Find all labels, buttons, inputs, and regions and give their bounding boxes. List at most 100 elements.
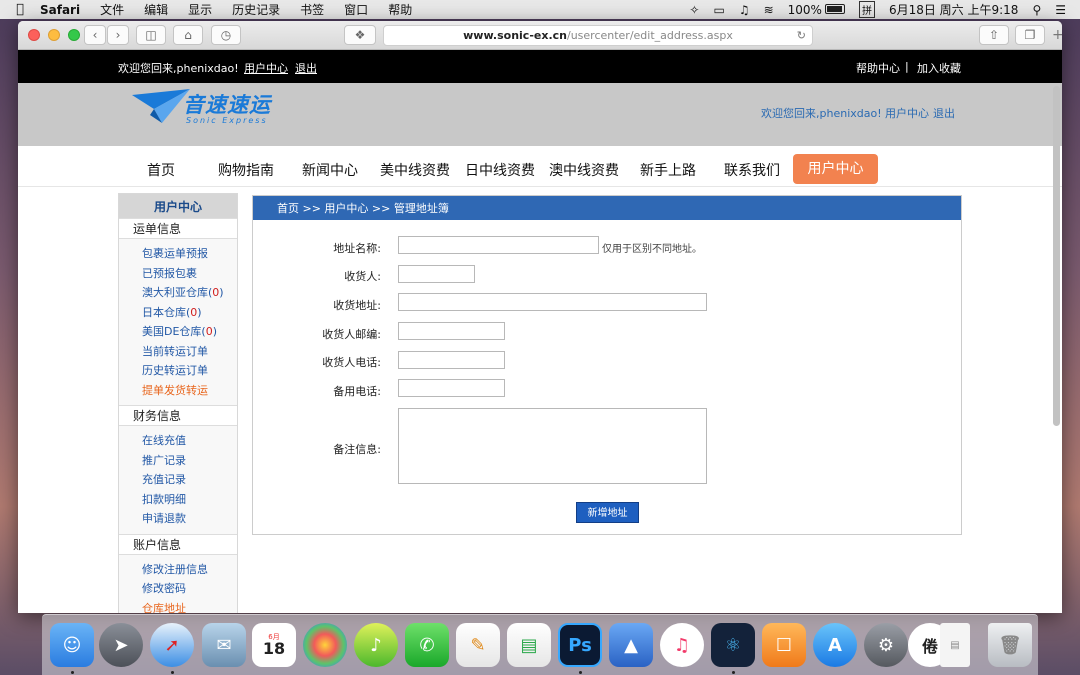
- input-method-icon[interactable]: 拼: [858, 1, 875, 18]
- nav-beginners[interactable]: 新手上路: [640, 160, 696, 180]
- menu-app-name[interactable]: Safari: [40, 3, 80, 17]
- app-store-icon[interactable]: A: [813, 623, 857, 667]
- photoshop-icon[interactable]: Ps: [558, 623, 602, 667]
- tabs-overview-button[interactable]: ❐: [1015, 25, 1045, 45]
- new-tab-button[interactable]: +: [1052, 27, 1062, 43]
- menu-view[interactable]: 显示: [188, 1, 212, 18]
- facetime-icon[interactable]: ✆: [405, 623, 449, 667]
- battery-status[interactable]: 100%: [788, 3, 845, 17]
- volume-icon[interactable]: ♫: [739, 3, 750, 17]
- sidebar-item-deductions[interactable]: 扣款明细: [119, 490, 237, 510]
- sidebar-item-history-orders[interactable]: 历史转运订单: [119, 361, 237, 381]
- phone-input[interactable]: [398, 351, 505, 369]
- system-preferences-icon[interactable]: ⚙: [864, 623, 908, 667]
- nav-home[interactable]: 首页: [147, 160, 175, 180]
- address-name-input[interactable]: [398, 236, 599, 254]
- sidebar-item-warehouse-address[interactable]: 仓库地址: [119, 599, 237, 614]
- address-name-hint: 仅用于区别不同地址。: [602, 244, 702, 255]
- top-logout-link[interactable]: 退出: [295, 60, 317, 76]
- add-favorite-link[interactable]: 加入收藏: [917, 60, 961, 76]
- calendar-icon[interactable]: 6月 18: [252, 623, 296, 667]
- nav-japan-china-rates[interactable]: 日中线资费: [465, 160, 535, 180]
- sidebar-item-promotion-records[interactable]: 推广记录: [119, 451, 237, 471]
- menu-window[interactable]: 窗口: [344, 1, 368, 18]
- maximize-window-button[interactable]: [68, 29, 80, 41]
- menu-history[interactable]: 历史记录: [232, 1, 280, 18]
- launchpad-icon[interactable]: ➤: [99, 623, 143, 667]
- sidebar-section-finance: 财务信息: [119, 405, 237, 426]
- menu-help[interactable]: 帮助: [388, 1, 412, 18]
- reload-icon[interactable]: ↻: [797, 26, 806, 45]
- numbers-icon[interactable]: ▤: [507, 623, 551, 667]
- nav-us-china-rates[interactable]: 美中线资费: [380, 160, 450, 180]
- home-button[interactable]: ⌂: [173, 25, 203, 45]
- menu-bookmarks[interactable]: 书签: [300, 1, 324, 18]
- mail-icon[interactable]: ✉: [202, 623, 246, 667]
- nav-user-center[interactable]: 用户中心: [793, 154, 878, 184]
- bluetooth-icon[interactable]: ✧: [689, 3, 699, 17]
- page-scrollbar[interactable]: [1053, 86, 1060, 426]
- note-label: 备注信息:: [333, 443, 381, 456]
- address-bar[interactable]: www.sonic-ex.cn/usercenter/edit_address.…: [383, 25, 813, 46]
- sidebar-item-edit-profile[interactable]: 修改注册信息: [119, 560, 237, 580]
- receiver-input[interactable]: [398, 265, 475, 283]
- menu-file[interactable]: 文件: [100, 1, 124, 18]
- atom-icon[interactable]: ⚛: [711, 623, 755, 667]
- menu-edit[interactable]: 编辑: [144, 1, 168, 18]
- nav-news[interactable]: 新闻中心: [302, 160, 358, 180]
- sidebar-item-submit-shipment[interactable]: 提单发货转运: [119, 381, 237, 401]
- sidebar-item-us-de-warehouse[interactable]: 美国DE仓库(0): [119, 322, 237, 342]
- keynote-icon[interactable]: ▲: [609, 623, 653, 667]
- header-user-center-link[interactable]: 用户中心: [885, 105, 929, 121]
- close-window-button[interactable]: [28, 29, 40, 41]
- bookmark-button[interactable]: ❖: [344, 25, 376, 45]
- sidebar-section-account: 账户信息: [119, 533, 237, 555]
- pages-icon[interactable]: ✎: [456, 623, 500, 667]
- sidebar-item-refund[interactable]: 申请退款: [119, 509, 237, 529]
- history-button[interactable]: ◷: [211, 25, 241, 45]
- sidebar-item-japan-warehouse[interactable]: 日本仓库(0): [119, 303, 237, 323]
- nav-aus-china-rates[interactable]: 澳中线资费: [549, 160, 619, 180]
- sidebar-item-australia-warehouse[interactable]: 澳大利亚仓库(0): [119, 283, 237, 303]
- sidebar-item-parcel-forecast[interactable]: 包裹运单预报: [119, 244, 237, 264]
- sidebar-item-recharge-records[interactable]: 充值记录: [119, 470, 237, 490]
- sidebar-item-change-password[interactable]: 修改密码: [119, 579, 237, 599]
- sidebar-toggle-button[interactable]: ◫: [136, 25, 166, 45]
- minimize-window-button[interactable]: [48, 29, 60, 41]
- sidebar-item-label: 日本仓库: [142, 305, 186, 319]
- clock[interactable]: 6月18日 周六 上午9:18: [889, 1, 1018, 18]
- nav-shopping-guide[interactable]: 购物指南: [218, 160, 274, 180]
- nav-contact[interactable]: 联系我们: [724, 160, 780, 180]
- site-header: 音速速运 Sonic Express 欢迎您回来,phenixdao! 用户中心…: [18, 83, 1062, 146]
- sidebar-item-current-orders[interactable]: 当前转运订单: [119, 342, 237, 362]
- add-address-button[interactable]: 新增地址: [576, 502, 639, 523]
- top-user-center-link[interactable]: 用户中心: [244, 60, 288, 76]
- address-input[interactable]: [398, 293, 707, 311]
- alt-phone-input[interactable]: [398, 379, 505, 397]
- safari-icon[interactable]: ➚: [150, 623, 194, 667]
- back-button[interactable]: ‹: [84, 25, 106, 45]
- share-button[interactable]: ⇧: [979, 25, 1009, 45]
- logo-chinese-text: 音速速运: [183, 93, 271, 117]
- sidebar-item-label: 澳大利亚仓库: [142, 286, 208, 299]
- sidebar-item-forecasted-parcels[interactable]: 已预报包裹: [119, 264, 237, 284]
- photos-icon[interactable]: [303, 623, 347, 667]
- trash-icon[interactable]: 🗑: [988, 623, 1032, 667]
- wifi-icon[interactable]: ≋: [764, 3, 774, 17]
- sidebar-item-recharge[interactable]: 在线充值: [119, 431, 237, 451]
- zip-input[interactable]: [398, 322, 505, 340]
- header-logout-link[interactable]: 退出: [933, 105, 955, 121]
- spotlight-icon[interactable]: ⚲: [1032, 3, 1041, 17]
- itunes-icon[interactable]: ♫: [660, 623, 704, 667]
- note-textarea[interactable]: [398, 408, 707, 484]
- document-stack-icon[interactable]: ▤: [940, 623, 970, 667]
- apple-icon[interactable]: : [0, 2, 40, 17]
- help-center-link[interactable]: 帮助中心: [856, 60, 900, 76]
- finder-icon[interactable]: ☺: [50, 623, 94, 667]
- airplay-icon[interactable]: ▭: [713, 3, 724, 17]
- zip-label: 收货人邮编:: [322, 328, 381, 341]
- notification-center-icon[interactable]: ☰: [1055, 3, 1066, 17]
- music-app-icon[interactable]: ♪: [354, 623, 398, 667]
- forward-button[interactable]: ›: [107, 25, 129, 45]
- ibooks-icon[interactable]: ☐: [762, 623, 806, 667]
